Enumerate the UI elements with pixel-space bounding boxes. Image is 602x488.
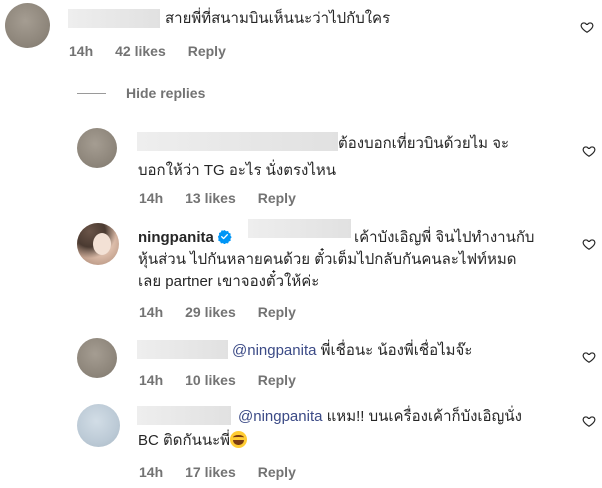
avatar[interactable] [77, 404, 120, 447]
reply-likes[interactable]: 17 likes [185, 464, 236, 480]
reply-text-line2: บอกให้ว่า TG อะไร นั่งตรงไหน [138, 162, 337, 179]
reply-likes[interactable]: 13 likes [185, 190, 236, 206]
redacted-username [68, 9, 160, 28]
hide-replies-button[interactable]: Hide replies [126, 85, 205, 101]
redacted-username [137, 132, 338, 151]
verified-badge-icon [217, 229, 232, 244]
reply-meta: 14h 10 likes Reply [139, 372, 318, 388]
reply-time: 14h [139, 190, 164, 206]
divider [77, 93, 106, 94]
avatar[interactable] [77, 128, 117, 168]
reply-meta: 14h 17 likes Reply [139, 464, 318, 480]
comment-time: 14h [69, 43, 94, 59]
reply-text-line3: เลย partner เขาจองตั๋วให้ค่ะ [138, 273, 320, 290]
reply-author: ningpanita [138, 226, 232, 249]
reply-text-line1: @ningpanita แหม!! บนเครื่องเค้าก็บังเอิญ… [238, 405, 522, 428]
reply-text: BC ติดกันนะพี่ [138, 432, 231, 449]
heart-icon[interactable] [582, 237, 596, 251]
avatar[interactable] [5, 3, 50, 48]
comment-likes[interactable]: 42 likes [115, 43, 166, 59]
comment: สายพี่ที่สนามบินเห็นนะว่าไปกับใคร 14h 42 … [0, 0, 602, 80]
redacted-username [137, 340, 228, 359]
mention-link[interactable]: @ningpanita [232, 342, 316, 359]
heart-icon[interactable] [582, 144, 596, 158]
reply-text-line1: @ningpanita พี่เชื่อนะ น้องพี่เชื่อไมจ๊ะ [232, 339, 472, 362]
reply-text: พี่เชื่อนะ น้องพี่เชื่อไมจ๊ะ [316, 342, 473, 359]
reply-meta: 14h 29 likes Reply [139, 304, 318, 320]
heart-icon[interactable] [582, 414, 596, 428]
reply-text: แหม!! บนเครื่องเค้าก็บังเอิญนั่ง [322, 408, 522, 425]
reply-text-line2: หุ้นส่วน ไปกันหลายคนด้วย ตั๋วเต็มไปกลับก… [138, 251, 517, 268]
reply: @ningpanita แหม!! บนเครื่องเค้าก็บังเอิญ… [0, 397, 602, 488]
heart-icon[interactable] [582, 350, 596, 364]
reply-likes[interactable]: 10 likes [185, 372, 236, 388]
mention-link[interactable]: @ningpanita [238, 408, 322, 425]
reply-text-line2: BC ติดกันนะพี่ [138, 429, 248, 452]
reply: ningpanita เค้าบังเอิญพี่ จินไปทำงานกับ … [0, 215, 602, 325]
reply: @ningpanita พี่เชื่อนะ น้องพี่เชื่อไมจ๊ะ… [0, 330, 602, 395]
avatar[interactable] [77, 223, 119, 265]
reply-time: 14h [139, 464, 164, 480]
redacted-username [137, 406, 231, 425]
heart-icon[interactable] [580, 20, 594, 34]
reply-likes[interactable]: 29 likes [185, 304, 236, 320]
reply-button[interactable]: Reply [258, 190, 296, 206]
reply-button[interactable]: Reply [258, 464, 296, 480]
comment-text: สายพี่ที่สนามบินเห็นนะว่าไปกับใคร [165, 10, 391, 27]
redacted-mention [248, 219, 351, 238]
reply-button[interactable]: Reply [258, 304, 296, 320]
laughing-emoji-icon [230, 431, 248, 448]
reply-button[interactable]: Reply [258, 372, 296, 388]
comment-meta: 14h 42 likes Reply [69, 43, 248, 59]
reply-button[interactable]: Reply [188, 43, 226, 59]
avatar[interactable] [77, 338, 117, 378]
reply-time: 14h [139, 304, 164, 320]
reply-text-line1: เค้าบังเอิญพี่ จินไปทำงานกับ [354, 229, 535, 246]
username[interactable]: ningpanita [138, 229, 214, 246]
reply: ต้องบอกเที่ยวบินด้วยไม จะ บอกให้ว่า TG อ… [0, 120, 602, 210]
reply-text-line1: ต้องบอกเที่ยวบินด้วยไม จะ [338, 135, 510, 152]
reply-time: 14h [139, 372, 164, 388]
reply-meta: 14h 13 likes Reply [139, 190, 318, 206]
